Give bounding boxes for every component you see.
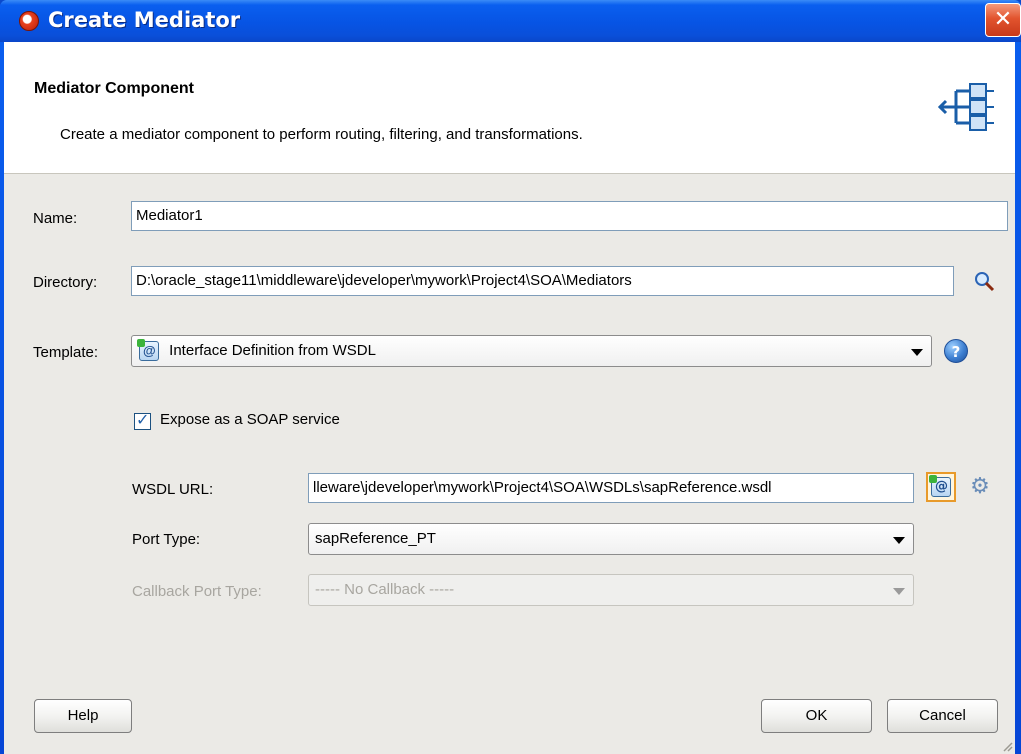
wsdl-browse-icon (929, 475, 951, 497)
template-label: Template: (33, 344, 99, 361)
header-description: Create a mediator component to perform r… (60, 126, 583, 143)
expose-soap-label: Expose as a SOAP service (160, 411, 340, 428)
directory-field[interactable]: D:\oracle_stage11\middleware\jdeveloper\… (131, 266, 954, 296)
wsdl-icon (137, 339, 159, 362)
template-select[interactable]: Interface Definition from WSDL (131, 335, 932, 367)
chevron-down-icon (893, 588, 905, 595)
header-title: Mediator Component (34, 80, 194, 97)
title-bar[interactable]: Create Mediator ✕ (0, 0, 1021, 42)
port-type-select[interactable]: sapReference_PT (308, 523, 914, 555)
dialog-window: Create Mediator ✕ Mediator Component Cre… (0, 0, 1021, 754)
window-title: Create Mediator (48, 8, 241, 32)
wsdl-url-field[interactable]: lleware\jdeveloper\mywork\Project4\SOA\W… (308, 473, 914, 503)
port-type-label: Port Type: (132, 531, 201, 548)
callback-port-type-value: ----- No Callback ----- (315, 581, 455, 598)
checkmark-icon: ✓ (136, 410, 150, 429)
resize-grip-icon[interactable] (1001, 740, 1013, 752)
mediator-diagram-icon (938, 83, 994, 131)
search-icon[interactable] (973, 270, 995, 292)
dialog-body: Mediator Component Create a mediator com… (4, 42, 1015, 754)
name-field[interactable]: Mediator1 (131, 201, 1008, 231)
callback-port-type-select: ----- No Callback ----- (308, 574, 914, 606)
name-label: Name: (33, 210, 78, 227)
help-icon[interactable]: ? (944, 339, 968, 363)
ok-button[interactable]: OK (761, 699, 872, 733)
wsdl-url-label: WSDL URL: (132, 481, 214, 498)
callback-port-type-label: Callback Port Type: (132, 583, 262, 600)
gear-icon[interactable]: ⚙ (969, 476, 991, 498)
close-button[interactable]: ✕ (985, 3, 1021, 37)
port-type-value: sapReference_PT (315, 530, 436, 547)
dialog-header: Mediator Component Create a mediator com… (4, 42, 1015, 174)
chevron-down-icon (911, 349, 923, 356)
oracle-app-icon (19, 11, 39, 31)
help-button[interactable]: Help (34, 699, 132, 733)
cancel-button[interactable]: Cancel (887, 699, 998, 733)
directory-label: Directory: (33, 274, 98, 291)
chevron-down-icon (893, 537, 905, 544)
expose-soap-checkbox[interactable]: ✓ (134, 410, 151, 430)
wsdl-browse-button[interactable] (926, 472, 956, 502)
template-value: Interface Definition from WSDL (169, 342, 376, 359)
